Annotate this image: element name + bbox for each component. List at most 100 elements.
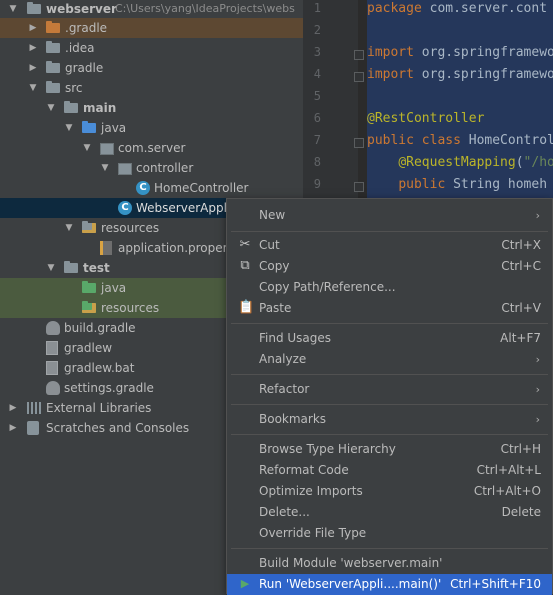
chevron-down-icon[interactable]: ▼ [81,138,93,158]
code-token: String homeh [453,177,548,192]
module-folder-icon [27,2,41,14]
tree-item-idea[interactable]: ▶ .idea [0,38,303,58]
menu-separator [231,548,548,549]
menu-item-copy-path[interactable]: Copy Path/Reference... [227,277,552,298]
libraries-icon [27,402,41,414]
tree-item-main[interactable]: ▼ main [0,98,303,118]
package-icon [100,143,114,155]
tree-item-com-server[interactable]: ▼ com.server [0,138,303,158]
file-icon [46,341,58,355]
menu-item-new[interactable]: New › [227,205,552,226]
menu-item-bookmarks[interactable]: Bookmarks › [227,409,552,430]
chevron-right-icon[interactable]: ▶ [27,38,39,58]
menu-item-paste[interactable]: 📋 Paste Ctrl+V [227,298,552,319]
chevron-right-icon: › [535,413,540,426]
folder-icon [46,61,60,73]
menu-item-optimize-imports[interactable]: Optimize Imports Ctrl+Alt+O [227,481,552,502]
folder-icon [64,261,78,273]
gradle-file-icon [46,381,60,395]
code-token: public [398,177,454,192]
package-icon [118,163,132,175]
fold-marker-icon[interactable] [354,50,364,60]
properties-file-icon [100,241,112,255]
run-icon: ▶ [240,577,250,590]
menu-separator [231,374,548,375]
code-line: public String homeh [367,177,547,192]
menu-item-cut[interactable]: ✂ Cut Ctrl+X [227,235,552,256]
menu-item-analyze[interactable]: Analyze › [227,349,552,370]
chevron-right-icon[interactable]: ▶ [7,418,19,438]
line-number: 7 [313,133,321,147]
code-token: import [367,67,422,82]
code-line: import org.springframewo [367,67,553,82]
folder-icon [46,41,60,53]
line-number: 6 [313,111,321,125]
chevron-down-icon[interactable]: ▼ [7,0,19,19]
tree-item-controller[interactable]: ▼ controller [0,158,303,178]
menu-separator [231,404,548,405]
test-resources-folder-icon [82,301,96,313]
fold-marker-icon[interactable] [354,72,364,82]
menu-item-build-module[interactable]: Build Module 'webserver.main' [227,553,552,574]
code-line: @RequestMapping("/ho [367,155,553,170]
code-line: package com.server.cont [367,1,547,16]
copy-icon: ⧉ [240,258,250,273]
line-number: 8 [313,155,321,169]
menu-item-reformat-code[interactable]: Reformat Code Ctrl+Alt+L [227,460,552,481]
code-line: @RestController [367,111,484,126]
chevron-right-icon[interactable]: ▶ [27,58,39,78]
line-number: 3 [313,45,321,59]
chevron-right-icon[interactable]: ▶ [7,398,19,418]
menu-item-delete[interactable]: Delete... Delete [227,502,552,523]
line-number: 4 [313,67,321,81]
file-icon [46,361,58,375]
tree-item-gradle[interactable]: ▶ gradle [0,58,303,78]
fold-marker-icon[interactable] [354,182,364,192]
folder-icon [46,81,60,93]
code-token: @RequestMapping [398,155,516,170]
tree-item-webserver[interactable]: ▼ webserver C:\Users\yang\IdeaProjects\w… [0,0,303,19]
code-token: ( [515,155,524,170]
scissors-icon: ✂ [239,237,251,252]
line-number: 5 [313,89,321,103]
code-token: import [367,45,422,60]
resources-folder-icon [82,221,96,233]
chevron-down-icon[interactable]: ▼ [63,118,75,138]
menu-item-copy[interactable]: ⧉ Copy Ctrl+C [227,256,552,277]
excluded-folder-icon [46,21,60,33]
chevron-right-icon: › [535,353,540,366]
code-line: import org.springframewo [367,45,553,60]
code-token: package [367,1,430,16]
class-icon: C [136,181,150,195]
tree-item-src[interactable]: ▼ src [0,78,303,98]
menu-separator [231,434,548,435]
chevron-right-icon: › [535,383,540,396]
spring-class-icon: C [118,201,132,215]
code-token: "/ho [523,155,553,170]
code-line: public class HomeControl [367,133,553,148]
chevron-down-icon[interactable]: ▼ [45,98,57,118]
code-token: public class [367,133,469,148]
tree-item-gradle-dir[interactable]: ▶ .gradle [0,18,303,38]
chevron-down-icon[interactable]: ▼ [45,258,57,278]
paste-icon: 📋 [238,300,255,315]
folder-icon [64,101,78,113]
fold-marker-icon[interactable] [354,138,364,148]
menu-item-run[interactable]: ▶ Run 'WebserverAppli....main()' Ctrl+Sh… [227,574,552,595]
chevron-down-icon[interactable]: ▼ [27,78,39,98]
menu-item-override-file-type[interactable]: Override File Type [227,523,552,544]
tree-item-homecontroller[interactable]: C HomeController [0,178,303,198]
chevron-down-icon[interactable]: ▼ [63,218,75,238]
menu-item-browse-type-hierarchy[interactable]: Browse Type Hierarchy Ctrl+H [227,439,552,460]
menu-item-refactor[interactable]: Refactor › [227,379,552,400]
line-number: 9 [313,177,321,191]
tree-item-main-java[interactable]: ▼ java [0,118,303,138]
chevron-right-icon: › [535,209,540,222]
chevron-down-icon[interactable]: ▼ [99,158,111,178]
menu-item-find-usages[interactable]: Find Usages Alt+F7 [227,328,552,349]
chevron-right-icon[interactable]: ▶ [27,18,39,38]
gradle-file-icon [46,321,60,335]
code-token: org.springframewo [421,67,553,82]
